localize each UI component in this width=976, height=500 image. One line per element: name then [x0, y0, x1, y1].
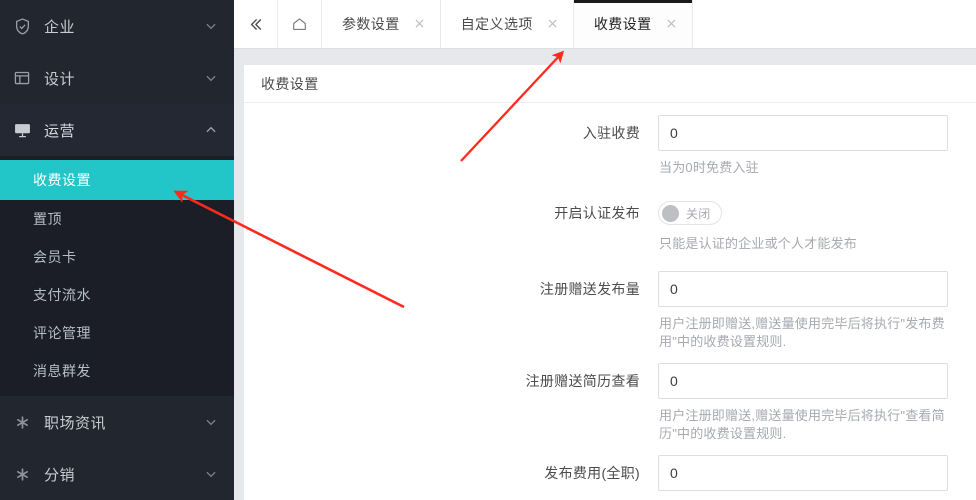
tab-bar: 参数设置 × 自定义选项 × 收费设置 ×	[234, 0, 976, 49]
chevron-up-icon	[204, 123, 218, 137]
sidebar: 企业 设计 运营 收费设置 置顶 会员卡 支付流水 评论管理 消息群发 职场资讯…	[0, 0, 234, 500]
field-hint: 只能是认证的企业或个人才能发布	[659, 235, 858, 251]
form-row-register-gift-posts: 注册赠送发布量 用户注册即赠送,赠送量使用完毕后将执行"发布费用"中的收费设置规…	[244, 270, 976, 351]
asterisk-icon	[12, 464, 32, 484]
field-label: 发布费用(全职)	[544, 464, 640, 481]
sidebar-group-label: 分销	[44, 466, 76, 484]
sidebar-item-label: 支付流水	[33, 287, 91, 303]
tab-fee-settings[interactable]: 收费设置 ×	[573, 0, 693, 48]
sidebar-item-label: 评论管理	[33, 325, 91, 341]
content-card: 收费设置 入驻收费 当为0时免费入驻 开启认证发布	[244, 65, 976, 500]
app-root: 企业 设计 运营 收费设置 置顶 会员卡 支付流水 评论管理 消息群发 职场资讯…	[0, 0, 976, 500]
field-label: 开启认证发布	[554, 205, 640, 221]
sidebar-item-label: 会员卡	[33, 249, 77, 265]
sidebar-item-comment-manage[interactable]: 评论管理	[0, 314, 234, 352]
sidebar-submenu-operations: 收费设置 置顶 会员卡 支付流水 评论管理 消息群发	[0, 156, 234, 396]
tab-custom-options[interactable]: 自定义选项 ×	[440, 0, 574, 48]
form-row-enable-verified-publish: 开启认证发布 关闭 只能是认证的企业或个人才能发布	[244, 195, 976, 253]
fee-settings-form: 入驻收费 当为0时免费入驻 开启认证发布 关闭 只能是	[244, 103, 976, 491]
chevron-down-icon	[204, 19, 218, 33]
form-row-publish-fee-fulltime: 发布费用(全职)	[244, 454, 976, 491]
field-hint: 用户注册即赠送,赠送量使用完毕后将执行"查看简历"中的收费设置规则.	[659, 407, 945, 441]
chevron-down-icon	[204, 71, 218, 85]
asterisk-icon	[12, 412, 32, 432]
tab-label: 参数设置	[342, 16, 400, 32]
form-row-register-gift-resume-views: 注册赠送简历查看 用户注册即赠送,赠送量使用完毕后将执行"查看简历"中的收费设置…	[244, 362, 976, 443]
sidebar-group-enterprise[interactable]: 企业	[0, 0, 234, 52]
tab-label: 自定义选项	[460, 16, 533, 32]
sidebar-item-label: 收费设置	[33, 172, 91, 188]
tab-close-icon[interactable]: ×	[666, 17, 678, 31]
field-hint: 用户注册即赠送,赠送量使用完毕后将执行"发布费用"中的收费设置规则.	[659, 315, 945, 349]
chevron-down-icon	[204, 415, 218, 429]
sidebar-group-label: 企业	[44, 18, 76, 36]
sidebar-collapse-button[interactable]	[234, 0, 278, 48]
field-label: 注册赠送发布量	[539, 280, 640, 297]
presentation-board-icon	[12, 120, 32, 140]
sidebar-group-distribution[interactable]: 分销	[0, 448, 234, 500]
shield-check-icon	[12, 16, 32, 36]
enable-verified-publish-toggle[interactable]: 关闭	[658, 201, 722, 225]
register-gift-posts-input[interactable]	[658, 270, 948, 307]
tab-close-icon[interactable]: ×	[414, 17, 426, 31]
sidebar-item-payment-flow[interactable]: 支付流水	[0, 276, 234, 314]
field-hint: 当为0时免费入驻	[659, 160, 759, 175]
publish-fee-fulltime-input[interactable]	[658, 454, 948, 491]
sidebar-item-pin-top[interactable]: 置顶	[0, 200, 234, 238]
tab-label: 收费设置	[593, 16, 652, 32]
toggle-state-label: 关闭	[686, 206, 711, 221]
form-row-entry-fee: 入驻收费 当为0时免费入驻	[244, 115, 976, 177]
sidebar-group-operations[interactable]: 运营	[0, 104, 234, 156]
toggle-knob	[662, 204, 679, 222]
register-gift-resume-views-input[interactable]	[658, 362, 948, 399]
home-button[interactable]	[278, 0, 322, 48]
sidebar-item-mass-message[interactable]: 消息群发	[0, 352, 234, 390]
sidebar-group-label: 设计	[44, 70, 76, 88]
home-icon	[291, 16, 308, 33]
page-title: 收费设置	[244, 65, 976, 103]
tab-parameter-settings[interactable]: 参数设置 ×	[322, 0, 441, 48]
double-chevron-left-icon	[247, 16, 264, 33]
sidebar-group-label: 职场资讯	[44, 414, 107, 432]
sidebar-item-label: 置顶	[33, 211, 62, 227]
sidebar-group-design[interactable]: 设计	[0, 52, 234, 104]
main-area: 参数设置 × 自定义选项 × 收费设置 × 收费设置 入驻收费 当为0	[234, 0, 976, 500]
layout-window-icon	[12, 68, 32, 88]
sidebar-item-label: 消息群发	[33, 363, 91, 379]
sidebar-item-member-card[interactable]: 会员卡	[0, 238, 234, 276]
entry-fee-input[interactable]	[658, 115, 948, 151]
field-label: 入驻收费	[582, 125, 640, 141]
tab-close-icon[interactable]: ×	[547, 17, 559, 31]
sidebar-item-fee-settings[interactable]: 收费设置	[0, 160, 234, 200]
sidebar-group-label: 运营	[44, 122, 76, 140]
sidebar-group-career-news[interactable]: 职场资讯	[0, 396, 234, 448]
chevron-down-icon	[204, 467, 218, 481]
field-label: 注册赠送简历查看	[525, 372, 640, 389]
